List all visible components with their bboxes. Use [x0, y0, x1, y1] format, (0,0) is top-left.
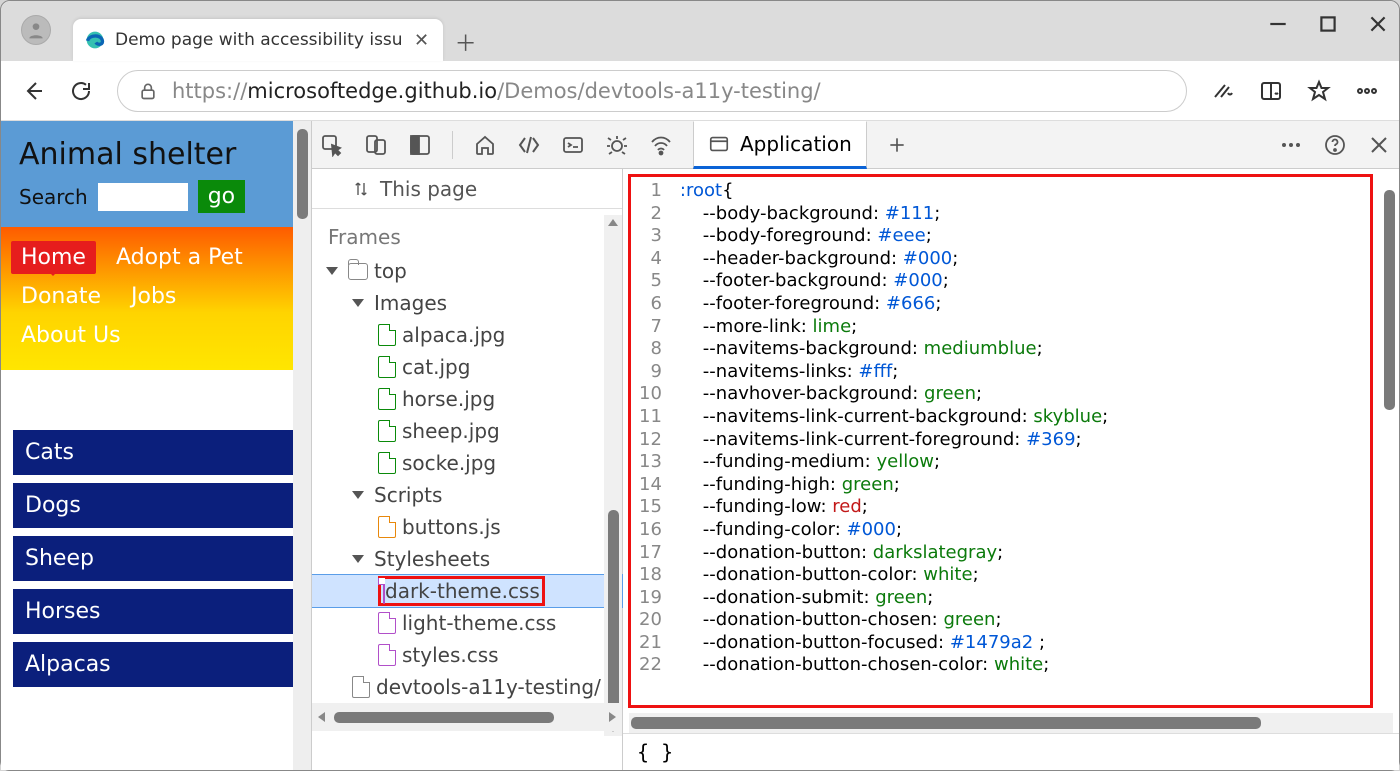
refresh-button[interactable] — [69, 79, 93, 103]
tree-row[interactable]: Images — [312, 287, 622, 319]
application-tab[interactable]: Application — [693, 121, 867, 169]
file-icon — [378, 324, 396, 346]
titlebar: Demo page with accessibility issu ✕ ＋ — [1, 1, 1399, 61]
read-aloud-button[interactable] — [1211, 79, 1235, 103]
line-gutter: 12345678910111213141516171819202122 — [631, 177, 674, 680]
category-list: Cats Dogs Sheep Horses Alpacas — [1, 370, 311, 699]
devtools-close-icon[interactable] — [1367, 133, 1391, 157]
devtools-more-icon[interactable] — [1279, 133, 1303, 157]
close-button[interactable] — [1367, 13, 1389, 35]
tab-title: Demo page with accessibility issu — [115, 30, 403, 50]
frames-panel: This page Frames topImagesalpaca.jpgcat.… — [312, 169, 622, 770]
elements-icon[interactable] — [517, 133, 541, 157]
file-icon — [352, 676, 370, 698]
tree-row[interactable]: buttons.js — [312, 511, 622, 543]
frames-hscroll[interactable] — [312, 703, 622, 731]
search-input[interactable] — [98, 183, 188, 211]
tree-row[interactable]: dark-theme.css — [312, 575, 622, 607]
console-icon[interactable] — [561, 133, 585, 157]
minimize-button[interactable] — [1267, 13, 1289, 35]
frame-icon — [348, 263, 368, 280]
go-button[interactable]: go — [198, 180, 245, 213]
tree-row[interactable]: alpaca.jpg — [312, 319, 622, 351]
dock-icon[interactable] — [408, 133, 432, 157]
file-icon — [378, 420, 396, 442]
inspect-icon[interactable] — [320, 133, 344, 157]
file-icon — [383, 578, 385, 604]
nav-link[interactable]: Jobs — [121, 280, 186, 313]
browser-tab[interactable]: Demo page with accessibility issu ✕ — [73, 19, 443, 61]
more-button[interactable] — [1355, 79, 1379, 103]
file-icon — [378, 388, 396, 410]
tree-row[interactable]: horse.jpg — [312, 383, 622, 415]
tree-row[interactable]: styles.css — [312, 639, 622, 671]
tree-row[interactable]: devtools-a11y-testing/ — [312, 671, 622, 703]
browser-window: Demo page with accessibility issu ✕ ＋ ht… — [0, 0, 1400, 771]
file-icon — [378, 516, 396, 538]
add-tab-icon[interactable] — [887, 133, 907, 157]
debug-icon[interactable] — [605, 133, 629, 157]
list-item[interactable]: Alpacas — [13, 642, 299, 687]
profile-avatar[interactable] — [21, 15, 51, 45]
edge-icon — [85, 30, 105, 50]
source-code[interactable]: :root{ --body-background: #111; --body-f… — [674, 177, 1114, 680]
frames-heading: Frames — [312, 209, 622, 255]
sort-icon — [352, 180, 370, 198]
application-tab-label: Application — [740, 132, 852, 156]
source-hscroll[interactable] — [629, 713, 1393, 733]
devtools: Application This page Frames topImagesal… — [311, 121, 1399, 770]
source-panel: 12345678910111213141516171819202122 :roo… — [622, 169, 1399, 770]
maximize-button[interactable] — [1317, 13, 1339, 35]
search-label: Search — [19, 185, 88, 209]
url-text: https://microsoftedge.github.io/Demos/de… — [172, 79, 821, 103]
file-icon — [378, 356, 396, 378]
devtools-toolbar: Application — [312, 121, 1399, 169]
address-bar: https://microsoftedge.github.io/Demos/de… — [1, 61, 1399, 121]
new-tab-button[interactable]: ＋ — [457, 33, 475, 51]
file-icon — [378, 644, 396, 666]
page-preview: Animal shelter Search go Home Adopt a Pet… — [1, 121, 311, 770]
file-icon — [378, 452, 396, 474]
source-highlight: 12345678910111213141516171819202122 :roo… — [628, 174, 1373, 708]
nav-bar: Home Adopt a Pet Donate Jobs About Us — [1, 227, 311, 370]
tree-row[interactable]: light-theme.css — [312, 607, 622, 639]
close-tab-icon[interactable]: ✕ — [413, 31, 431, 49]
nav-link[interactable]: About Us — [11, 319, 131, 352]
file-icon — [378, 612, 396, 634]
url-field[interactable]: https://microsoftedge.github.io/Demos/de… — [117, 70, 1187, 112]
tree-row[interactable]: Stylesheets — [312, 543, 622, 575]
nav-link[interactable]: Home — [11, 241, 96, 274]
nav-link[interactable]: Donate — [11, 280, 111, 313]
tree-row[interactable]: top — [312, 255, 622, 287]
window-controls — [1267, 13, 1389, 35]
application-icon — [708, 133, 730, 155]
list-item[interactable]: Sheep — [13, 536, 299, 581]
tree-row[interactable]: socke.jpg — [312, 447, 622, 479]
page-title: Animal shelter — [19, 137, 293, 172]
tree-row[interactable]: Scripts — [312, 479, 622, 511]
device-icon[interactable] — [364, 133, 388, 157]
tree-row[interactable]: sheep.jpg — [312, 415, 622, 447]
back-button[interactable] — [21, 79, 45, 103]
lock-icon — [138, 81, 158, 101]
page-scrollbar[interactable] — [293, 121, 311, 770]
favorite-button[interactable] — [1307, 79, 1331, 103]
list-item[interactable]: Dogs — [13, 483, 299, 528]
list-item[interactable]: Cats — [13, 430, 299, 475]
source-vscroll[interactable] — [1378, 170, 1398, 770]
this-page-row[interactable]: This page — [312, 169, 622, 209]
reader-button[interactable] — [1259, 79, 1283, 103]
nav-link[interactable]: Adopt a Pet — [106, 241, 253, 274]
help-icon[interactable] — [1323, 133, 1347, 157]
frames-tree: topImagesalpaca.jpgcat.jpghorse.jpgsheep… — [312, 255, 622, 703]
brace-indicator: { } — [623, 733, 1399, 770]
network-icon[interactable] — [649, 133, 673, 157]
frames-vscroll[interactable] — [604, 215, 622, 736]
list-item[interactable]: Horses — [13, 589, 299, 634]
tree-row[interactable]: cat.jpg — [312, 351, 622, 383]
home-icon[interactable] — [473, 133, 497, 157]
